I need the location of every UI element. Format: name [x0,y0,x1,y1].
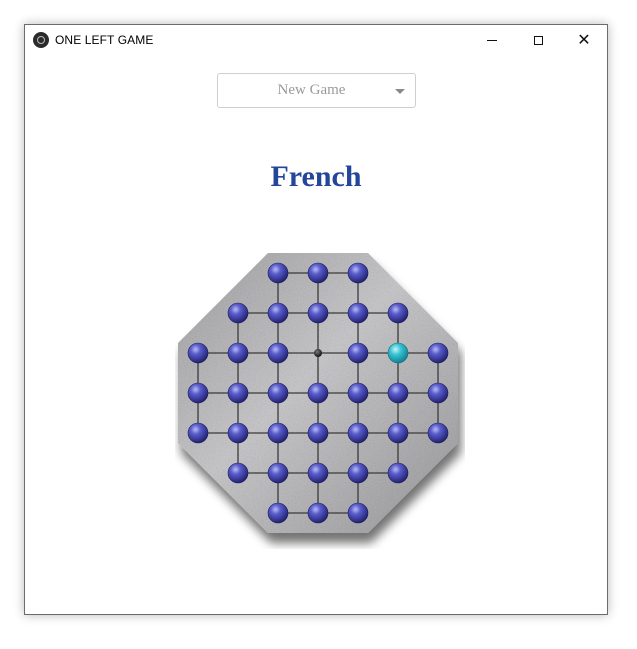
peg[interactable] [227,342,249,364]
new-game-select-value: New Game [277,82,346,98]
new-game-select[interactable]: New Game [217,73,416,108]
peg[interactable] [307,262,329,284]
peg[interactable] [427,422,449,444]
peg[interactable] [267,262,289,284]
peg[interactable] [387,302,409,324]
peg[interactable] [307,502,329,524]
peg[interactable] [347,262,369,284]
peg[interactable] [387,462,409,484]
close-icon: ✕ [577,30,591,49]
title-bar[interactable]: ONE LEFT GAME ✕ [25,25,607,55]
board-variant-title: French [270,160,362,193]
app-logo-icon [33,32,49,48]
peg[interactable] [347,342,369,364]
empty-hole[interactable] [314,349,322,357]
maximize-icon [533,35,543,45]
peg[interactable] [227,382,249,404]
peg[interactable] [347,462,369,484]
peg-board [178,253,458,533]
peg[interactable] [187,382,209,404]
peg[interactable] [267,462,289,484]
peg[interactable] [307,382,329,404]
peg[interactable] [267,502,289,524]
chevron-down-icon [395,89,405,94]
peg[interactable] [387,422,409,444]
peg[interactable] [227,302,249,324]
maximize-button[interactable] [515,25,561,55]
peg[interactable] [427,342,449,364]
peg[interactable] [187,422,209,444]
peg[interactable] [347,302,369,324]
close-button[interactable]: ✕ [561,25,607,55]
peg[interactable] [267,382,289,404]
peg[interactable] [227,422,249,444]
peg[interactable] [307,302,329,324]
peg[interactable] [187,342,209,364]
app-window: ONE LEFT GAME ✕ New Game French [24,24,608,615]
window-title: ONE LEFT GAME [55,33,154,47]
selected-peg[interactable] [387,342,409,364]
peg[interactable] [267,302,289,324]
peg[interactable] [267,342,289,364]
peg[interactable] [347,502,369,524]
peg[interactable] [427,382,449,404]
window-controls: ✕ [469,25,607,55]
peg[interactable] [387,382,409,404]
minimize-icon [487,39,497,41]
peg[interactable] [347,382,369,404]
peg[interactable] [307,462,329,484]
peg[interactable] [307,422,329,444]
peg[interactable] [267,422,289,444]
peg[interactable] [227,462,249,484]
minimize-button[interactable] [469,25,515,55]
peg[interactable] [347,422,369,444]
